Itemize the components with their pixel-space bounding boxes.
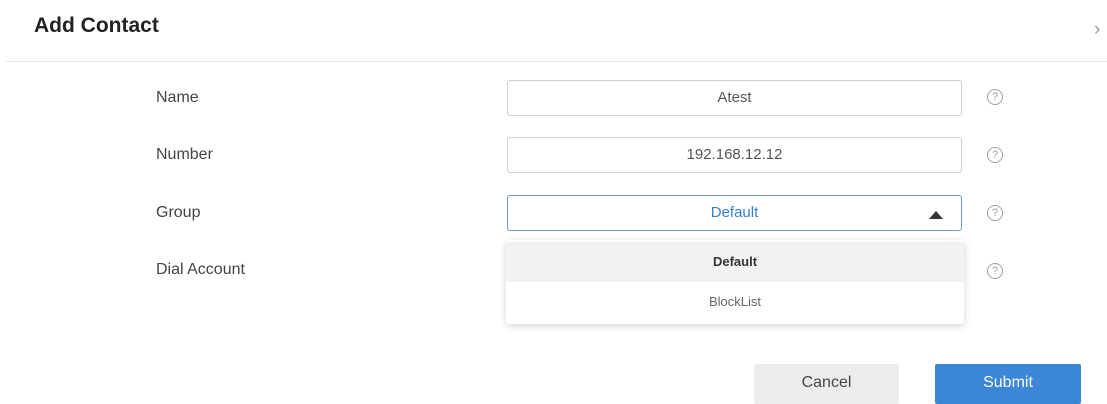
group-dropdown-menu: Default BlockList: [506, 240, 964, 324]
dial-account-label: Dial Account: [156, 261, 245, 278]
group-select-value: Default: [710, 204, 759, 221]
name-help-icon[interactable]: ?: [987, 89, 1003, 105]
name-label: Name: [156, 89, 199, 106]
number-label: Number: [156, 146, 213, 163]
caret-up-icon: [929, 211, 943, 219]
close-icon[interactable]: ›: [1094, 20, 1100, 39]
dialog-title: Add Contact: [34, 14, 159, 37]
group-label: Group: [156, 204, 201, 221]
number-help-icon[interactable]: ?: [987, 147, 1003, 163]
cancel-button[interactable]: Cancel: [754, 364, 899, 404]
group-help-icon[interactable]: ?: [987, 205, 1003, 221]
submit-button[interactable]: Submit: [935, 364, 1081, 404]
number-input[interactable]: 192.168.12.12: [507, 137, 962, 173]
group-select[interactable]: Default: [507, 195, 962, 231]
dial-account-help-icon[interactable]: ?: [987, 263, 1003, 279]
header-divider: [6, 61, 1107, 62]
add-contact-dialog: Add Contact › Name Atest ? Number 192.16…: [0, 0, 1107, 404]
name-input[interactable]: Atest: [507, 80, 962, 116]
dropdown-option-blocklist[interactable]: BlockList: [506, 282, 964, 322]
dropdown-option-default[interactable]: Default: [506, 242, 964, 282]
